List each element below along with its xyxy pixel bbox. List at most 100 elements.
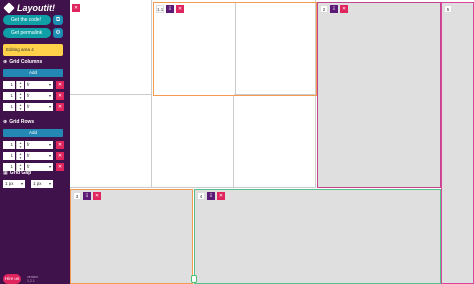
area-4-toolbar: 4 ⠿ ✕ bbox=[197, 192, 225, 200]
column-value-input[interactable]: 1 bbox=[3, 81, 15, 89]
delete-area-button[interactable]: ✕ bbox=[176, 5, 184, 13]
add-row-button[interactable]: Add bbox=[3, 129, 63, 137]
grid-gap-label: Grid Gap bbox=[9, 170, 32, 176]
delete-column-button[interactable]: ✕ bbox=[56, 81, 64, 89]
code-icon[interactable]: ⧉ bbox=[53, 15, 63, 25]
add-column-label: Add bbox=[28, 70, 37, 75]
column-unit-value: fr bbox=[27, 93, 30, 98]
delete-row-button[interactable]: ✕ bbox=[56, 152, 64, 160]
grid-columns-title: ⊕ Grid Columns bbox=[3, 59, 42, 65]
column-unit-select[interactable]: fr ▾ bbox=[25, 81, 53, 89]
chevron-down-icon: ▾ bbox=[48, 82, 51, 87]
grid-cell[interactable] bbox=[234, 95, 316, 188]
add-column-button[interactable]: Add bbox=[3, 69, 63, 77]
chevron-down-icon: ▾ bbox=[48, 93, 51, 98]
area-number: 3 bbox=[73, 192, 81, 200]
column-value-input[interactable]: 1 bbox=[3, 92, 15, 100]
grid-canvas: 1 ✕ 1.1 ⠿ ✕ 2 ⠿ ✕ bbox=[70, 0, 474, 284]
hire-us-button[interactable]: Hire us bbox=[3, 274, 21, 284]
row-unit-value: fr bbox=[27, 153, 30, 158]
row-stepper[interactable]: ▲ ▼ bbox=[16, 152, 24, 160]
area-3[interactable]: 3 ⠿ ✕ bbox=[70, 189, 193, 284]
move-icon[interactable]: ⠿ bbox=[207, 192, 215, 200]
row-row: 1 ▲ ▼ fr ▾ ✕ bbox=[3, 152, 64, 160]
row-gap-select[interactable]: 1 px ▾ bbox=[31, 180, 53, 188]
app: Layoutit! Get the code! ⧉ Get permalink … bbox=[0, 0, 474, 284]
column-gap-value: 1 bbox=[5, 181, 8, 186]
column-stepper[interactable]: ▲ ▼ bbox=[16, 81, 24, 89]
column-row: 1 ▲ ▼ fr ▾ ✕ bbox=[3, 81, 64, 89]
delete-row-button[interactable]: ✕ bbox=[56, 163, 64, 171]
column-unit-select[interactable]: fr ▾ bbox=[25, 92, 53, 100]
delete-area-button[interactable]: ✕ bbox=[93, 192, 101, 200]
move-icon[interactable]: ⠿ bbox=[83, 192, 91, 200]
column-row: 1 ▲ ▼ fr ▾ ✕ bbox=[3, 103, 64, 111]
row-stepper[interactable]: ▲ ▼ bbox=[16, 141, 24, 149]
link-icon[interactable]: ⚙ bbox=[53, 28, 63, 38]
row-unit-select[interactable]: fr ▾ bbox=[25, 141, 53, 149]
editing-area-banner: Editing area 4 bbox=[3, 44, 63, 56]
delete-area-button[interactable]: ✕ bbox=[340, 5, 348, 13]
editing-area-text: Editing area 4 bbox=[6, 47, 34, 52]
grid-icon: ⊕ bbox=[3, 59, 8, 65]
row-value-input[interactable]: 1 bbox=[3, 141, 15, 149]
grid-cell[interactable] bbox=[70, 95, 152, 188]
chevron-down-icon: ▾ bbox=[48, 153, 51, 158]
area-number: 5 bbox=[444, 5, 452, 13]
chevron-down-icon: ▾ bbox=[48, 164, 51, 169]
row-unit-value: fr bbox=[27, 164, 30, 169]
column-stepper[interactable]: ▲ ▼ bbox=[16, 103, 24, 111]
area-4[interactable]: 4 ⠿ ✕ bbox=[194, 189, 441, 284]
move-icon[interactable]: ⠿ bbox=[166, 5, 174, 13]
row-unit-value: fr bbox=[27, 142, 30, 147]
brand[interactable]: Layoutit! bbox=[3, 2, 55, 14]
area-number: 2 bbox=[320, 5, 328, 13]
brand-title: Layoutit! bbox=[17, 3, 55, 13]
area-orange[interactable]: 1.1 ⠿ ✕ bbox=[153, 2, 317, 96]
column-unit-value: fr bbox=[27, 82, 30, 87]
area-toolbar: 1.1 ⠿ ✕ bbox=[156, 5, 184, 13]
row-gap-value: 1 bbox=[33, 181, 36, 186]
column-row: 1 ▲ ▼ fr ▾ ✕ bbox=[3, 92, 64, 100]
get-code-button[interactable]: Get the code! bbox=[3, 15, 51, 25]
version-number: 1.2.1 bbox=[27, 279, 35, 283]
column-gap-select[interactable]: 1 px ▾ bbox=[3, 180, 25, 188]
version-info: version 1.2.1 bbox=[27, 275, 38, 283]
inner-divider bbox=[235, 3, 236, 95]
delete-row-button[interactable]: ✕ bbox=[56, 141, 64, 149]
hire-us-label: Hire us bbox=[4, 276, 20, 281]
area-5-toolbar: 5 bbox=[444, 5, 452, 13]
chevron-down-icon: ▾ bbox=[48, 104, 51, 109]
row-value-input[interactable]: 1 bbox=[3, 152, 15, 160]
area-2[interactable]: 2 ⠿ ✕ bbox=[317, 2, 441, 188]
grid-rows-label: Grid Rows bbox=[9, 119, 35, 125]
delete-column-button[interactable]: ✕ bbox=[56, 92, 64, 100]
row-gap-unit: px bbox=[36, 181, 42, 186]
get-code-label: Get the code! bbox=[11, 17, 42, 23]
row-unit-select[interactable]: fr ▾ bbox=[25, 152, 53, 160]
add-row-label: Add bbox=[28, 130, 37, 135]
resize-handle[interactable] bbox=[191, 275, 197, 283]
area-5[interactable]: 5 bbox=[441, 2, 474, 284]
area-3-toolbar: 3 ⠿ ✕ bbox=[73, 192, 101, 200]
column-gap-unit: px bbox=[8, 181, 14, 186]
area-number: 1.1 bbox=[156, 5, 164, 13]
grid-cell[interactable]: 1 bbox=[70, 0, 152, 95]
column-value-input[interactable]: 1 bbox=[3, 103, 15, 111]
sidebar: Layoutit! Get the code! ⧉ Get permalink … bbox=[0, 0, 70, 284]
grid-gap-controls: 1 px ▾ 1 px ▾ bbox=[3, 180, 53, 188]
column-unit-select[interactable]: fr ▾ bbox=[25, 103, 53, 111]
delete-area-button[interactable]: ✕ bbox=[217, 192, 225, 200]
get-permalink-button[interactable]: Get permalink bbox=[3, 28, 51, 38]
column-stepper[interactable]: ▲ ▼ bbox=[16, 92, 24, 100]
grid-columns-label: Grid Columns bbox=[9, 59, 43, 65]
move-icon[interactable]: ⠿ bbox=[330, 5, 338, 13]
area-2-toolbar: 2 ⠿ ✕ bbox=[320, 5, 348, 13]
area-number: 4 bbox=[197, 192, 205, 200]
grid-rows-title: ⊕ Grid Rows bbox=[3, 119, 34, 125]
delete-column-button[interactable]: ✕ bbox=[56, 103, 64, 111]
grid-cell[interactable] bbox=[152, 95, 234, 188]
grid-rows-icon: ⊕ bbox=[3, 119, 8, 125]
grid-gap-title: ▦ Grid Gap bbox=[3, 170, 31, 176]
delete-area-button[interactable]: ✕ bbox=[72, 4, 80, 12]
